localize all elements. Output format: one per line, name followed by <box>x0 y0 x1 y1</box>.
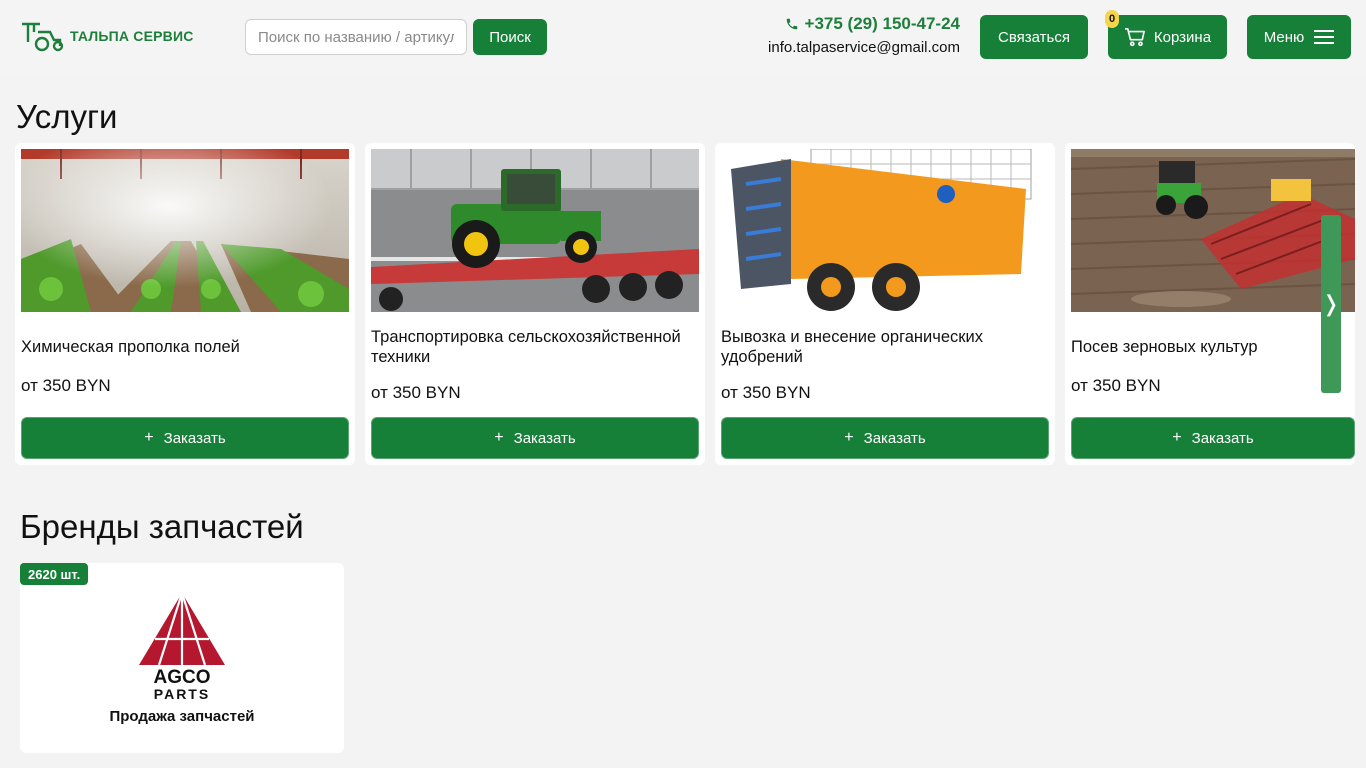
service-card: Вывозка и внесение органических удобрени… <box>715 143 1055 465</box>
service-price: от 350 BYN <box>721 383 811 402</box>
service-price: от 350 BYN <box>21 376 111 395</box>
service-price: от 350 BYN <box>1071 376 1161 395</box>
brand-count-badge: 2620 шт. <box>20 563 89 585</box>
phone-link[interactable]: +375 (29) 150-47-24 <box>768 14 960 34</box>
agco-parts-logo: AGCO PARTS <box>137 591 227 706</box>
service-title: Вывозка и внесение органических удобрени… <box>721 328 983 366</box>
service-card: Посев зерновых культур от 350 BYN + Зака… <box>1065 143 1355 465</box>
hamburger-icon <box>1314 30 1335 44</box>
phone-number: +375 (29) 150-47-24 <box>804 14 960 33</box>
cart-label: Корзина <box>1153 28 1212 46</box>
plus-icon: + <box>844 429 854 446</box>
service-image-sowing[interactable] <box>1071 149 1355 312</box>
order-label: Заказать <box>863 429 926 447</box>
order-button[interactable]: + Заказать <box>371 417 699 459</box>
logo-text: ТАЛЬПА СЕРВИС <box>70 28 194 44</box>
contacts: +375 (29) 150-47-24 info.talpaservice@gm… <box>768 14 960 56</box>
brand-card[interactable]: AGCO PARTS Продажа запчастей <box>20 563 344 753</box>
order-button[interactable]: + Заказать <box>721 417 1049 459</box>
plus-icon: + <box>494 429 504 446</box>
contact-button[interactable]: Связаться <box>980 15 1088 59</box>
phone-icon <box>786 18 797 30</box>
services-title: Услуги <box>16 98 118 135</box>
cart-icon <box>1124 28 1145 47</box>
svg-text:PARTS: PARTS <box>154 686 210 701</box>
service-image-spreader[interactable] <box>721 149 1049 312</box>
site-header: ТАЛЬПА СЕРВИС Поиск +375 (29) 150-47-24 … <box>0 0 1366 76</box>
order-button[interactable]: + Заказать <box>21 417 349 459</box>
service-title: Химическая прополка полей <box>21 338 240 356</box>
order-button[interactable]: + Заказать <box>1071 417 1355 459</box>
tractor-logo-icon <box>22 22 64 52</box>
logo[interactable]: ТАЛЬПА СЕРВИС <box>20 20 194 52</box>
service-title: Посев зерновых культур <box>1071 338 1258 356</box>
brands-title: Бренды запчастей <box>20 508 304 545</box>
email-link[interactable]: info.talpaservice@gmail.com <box>768 39 960 56</box>
plus-icon: + <box>1172 429 1182 446</box>
menu-button[interactable]: Меню <box>1247 15 1351 59</box>
menu-label: Меню <box>1263 28 1305 46</box>
service-price: от 350 BYN <box>371 383 461 402</box>
carousel-next-arrow-icon[interactable]: ❭ <box>1321 215 1341 393</box>
service-image-transport[interactable] <box>371 149 699 312</box>
service-card: Транспортировка сельскохозяйственной тех… <box>365 143 705 465</box>
order-label: Заказать <box>163 429 226 447</box>
brand-caption: Продажа запчастей <box>109 708 255 725</box>
svg-text:AGCO: AGCO <box>154 667 211 688</box>
plus-icon: + <box>144 429 154 446</box>
cart-count-badge: 0 <box>1105 10 1119 28</box>
order-label: Заказать <box>1191 429 1254 447</box>
order-label: Заказать <box>513 429 576 447</box>
search-button[interactable]: Поиск <box>473 19 547 55</box>
service-card: Химическая прополка полей от 350 BYN + З… <box>15 143 355 465</box>
cart-button[interactable]: Корзина <box>1108 15 1227 59</box>
service-image-weeding[interactable] <box>21 149 349 312</box>
service-title: Транспортировка сельскохозяйственной тех… <box>371 328 681 366</box>
search-input[interactable] <box>245 19 467 55</box>
